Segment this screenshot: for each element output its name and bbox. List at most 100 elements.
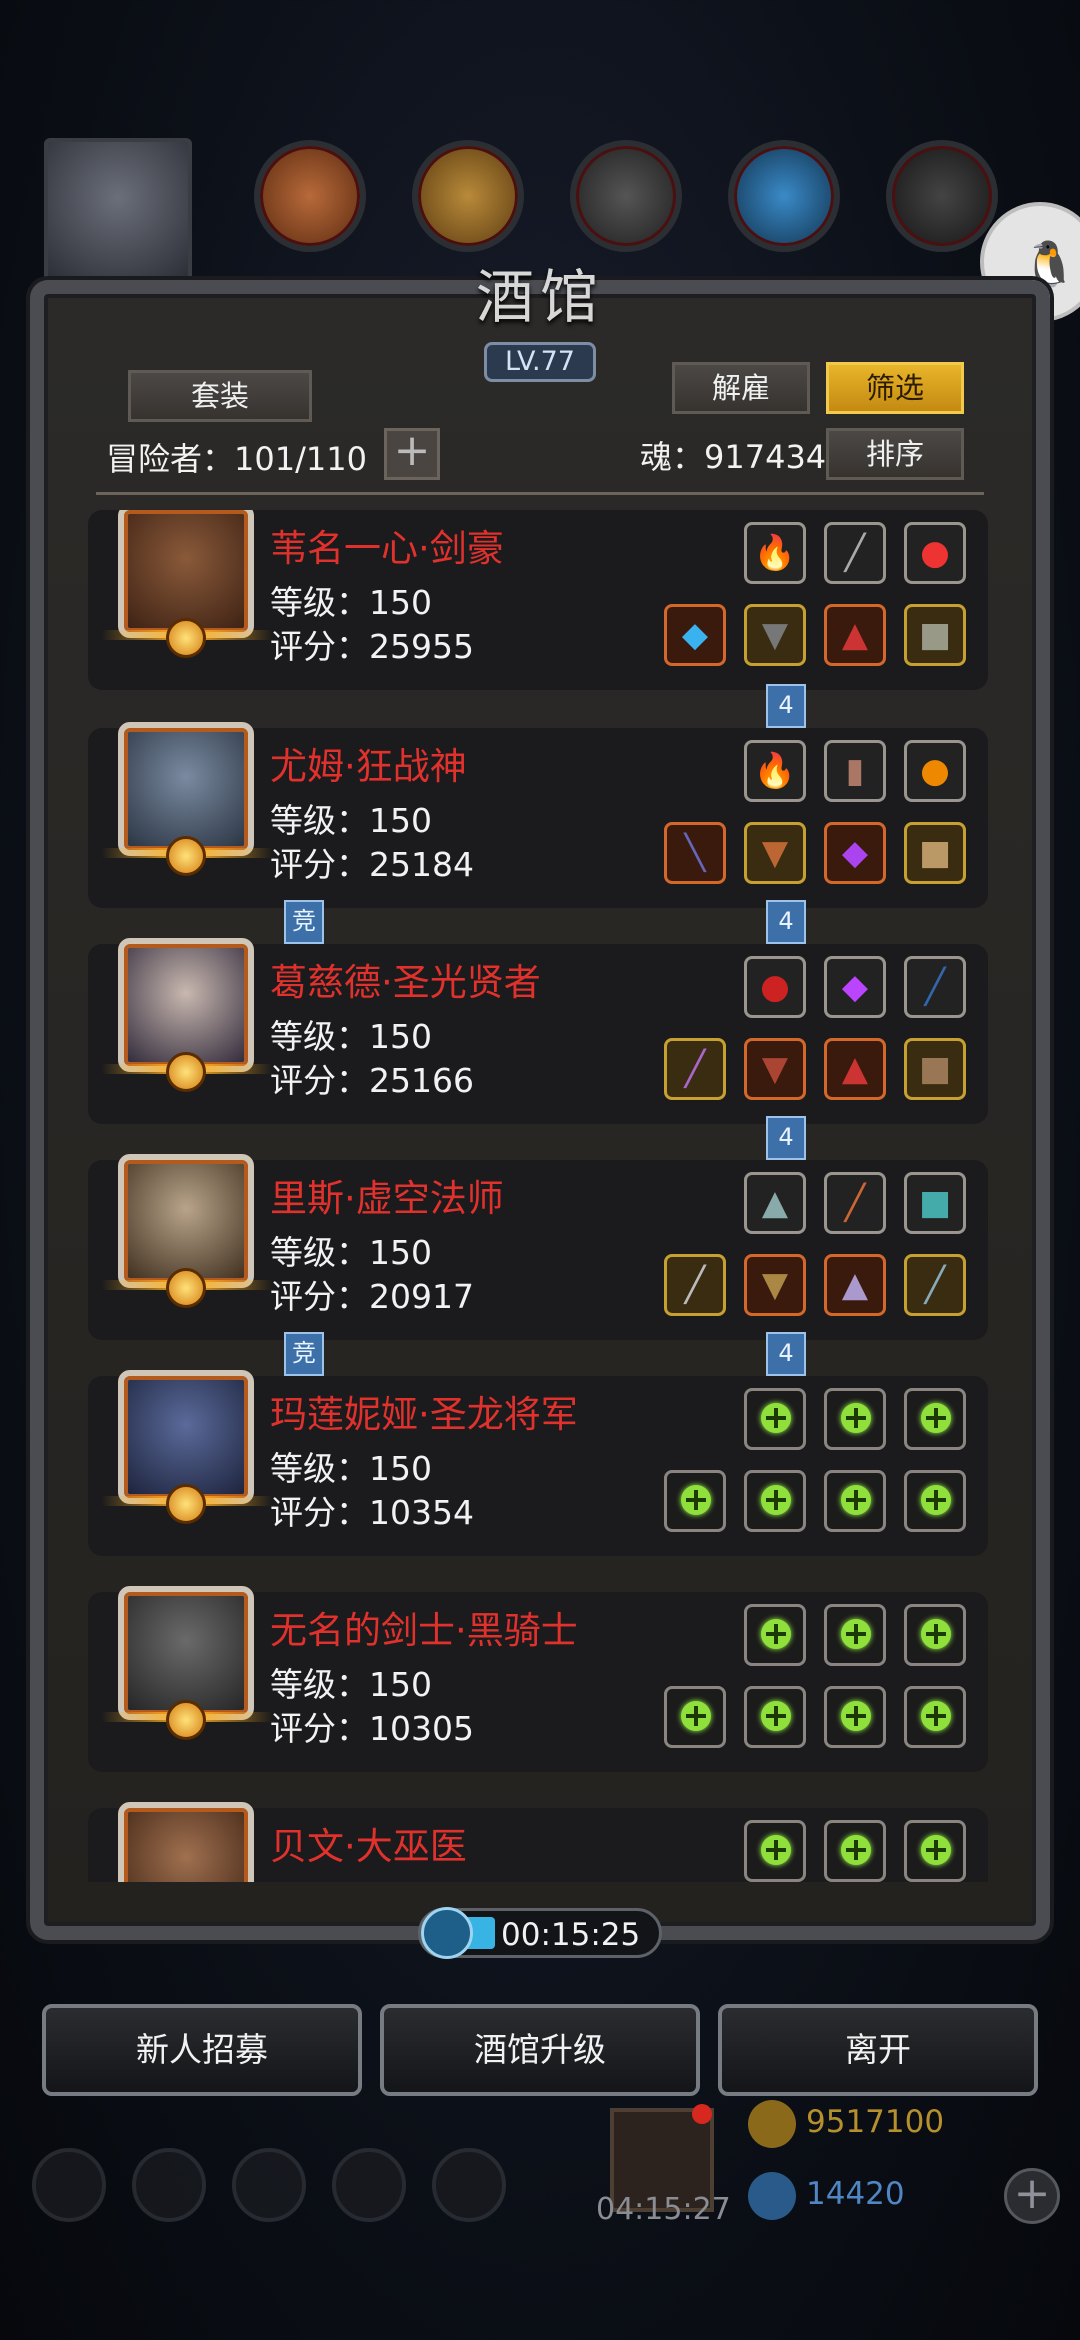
boots-icon[interactable]: ■	[904, 1038, 966, 1100]
empty-slot-add-icon[interactable]	[904, 1470, 966, 1532]
gem-icon	[748, 2172, 796, 2220]
armor-icon[interactable]: ▼	[744, 604, 806, 666]
helmet-icon[interactable]: ▲	[824, 604, 886, 666]
enhance-tag: 4	[766, 900, 806, 944]
empty-slot-add-icon[interactable]	[904, 1820, 966, 1882]
hero-level: 等级：150	[270, 1449, 432, 1488]
resource-orb-wood	[254, 140, 366, 252]
adventurer-count: 冒险者：101/110	[106, 440, 367, 478]
empty-slot-add-icon[interactable]	[824, 1604, 886, 1666]
hero-name: 贝文·大巫医	[270, 1825, 467, 1868]
rank-gem-icon	[166, 1052, 206, 1092]
empty-slot-add-icon[interactable]	[824, 1820, 886, 1882]
empty-slot-add-icon[interactable]	[664, 1686, 726, 1748]
hero-list[interactable]: 苇名一心·剑豪 等级：150 评分：25955 🔥 ╱ ● ◆ ▼ ▲ ■ 4 …	[88, 510, 988, 1882]
empty-slot-add-icon[interactable]	[824, 1686, 886, 1748]
hero-level: 等级：150	[270, 583, 432, 622]
guild-icon[interactable]	[232, 2148, 306, 2222]
hero-name: 无名的剑士·黑骑士	[270, 1609, 578, 1652]
robe-icon[interactable]: ▼	[744, 1038, 806, 1100]
helmet-icon[interactable]: ▲	[824, 1254, 886, 1316]
hero-level: 等级：150	[270, 1233, 432, 1272]
gold-coin-icon	[748, 2100, 796, 2148]
leave-button[interactable]: 离开	[718, 2004, 1038, 2096]
rank-gem-icon	[166, 1484, 206, 1524]
enhance-tag: 4	[766, 1332, 806, 1376]
resource-orb-crystal	[728, 140, 840, 252]
rank-gem-icon	[166, 836, 206, 876]
mail-icon[interactable]	[332, 2148, 406, 2222]
empty-slot-add-icon[interactable]	[744, 1686, 806, 1748]
clock-icon	[421, 1907, 473, 1959]
fire-rune-icon[interactable]: 🔥	[744, 522, 806, 584]
red-gem-icon[interactable]: ●	[904, 522, 966, 584]
hero-row[interactable]: 玛莲妮娅·圣龙将军 等级：150 评分：10354	[88, 1370, 988, 1556]
menu-icon[interactable]	[132, 2148, 206, 2222]
add-adventurer-slot-button[interactable]: +	[384, 428, 440, 480]
gloves-icon[interactable]: ■	[904, 822, 966, 884]
hero-score: 评分：20917	[270, 1277, 474, 1316]
ruby-ring-icon[interactable]: ●	[744, 956, 806, 1018]
tavern-level-badge: LV.77	[484, 342, 596, 382]
hero-score: 评分：10354	[270, 1493, 474, 1532]
shoulder-armor-icon[interactable]: ▲	[744, 1172, 806, 1234]
empty-slot-add-icon[interactable]	[744, 1820, 806, 1882]
purple-gem-icon[interactable]: ◆	[824, 822, 886, 884]
hero-row[interactable]: 无名的剑士·黑骑士 等级：150 评分：10305	[88, 1586, 988, 1772]
empty-slot-add-icon[interactable]	[904, 1686, 966, 1748]
spear-icon[interactable]: ╱	[904, 1254, 966, 1316]
page-title: 酒馆	[475, 263, 604, 331]
hero-portrait	[118, 1802, 254, 1882]
hero-name: 尤姆·狂战神	[270, 745, 467, 788]
gloves-icon[interactable]: ■	[904, 604, 966, 666]
shop-icon[interactable]	[432, 2148, 506, 2222]
timer-text: 00:15:25	[501, 1917, 641, 1953]
arena-tag: 竞	[284, 900, 324, 944]
hero-row[interactable]: 贝文·大巫医	[88, 1802, 988, 1882]
blue-blade-icon[interactable]: ◆	[664, 604, 726, 666]
recruit-button[interactable]: 新人招募	[42, 2004, 362, 2096]
hero-row[interactable]: 葛慈德·圣光贤者 等级：150 评分：25166 ● ◆ ╱ ╱ ▼ ▲ ■	[88, 938, 988, 1124]
empty-slot-add-icon[interactable]	[904, 1388, 966, 1450]
hero-row[interactable]: 苇名一心·剑豪 等级：150 评分：25955 🔥 ╱ ● ◆ ▼ ▲ ■	[88, 510, 988, 690]
helmet-icon[interactable]: ▲	[824, 1038, 886, 1100]
empty-slot-add-icon[interactable]	[744, 1388, 806, 1450]
purple-crystal-icon[interactable]: ◆	[824, 956, 886, 1018]
empty-slot-add-icon[interactable]	[744, 1470, 806, 1532]
hero-row[interactable]: 里斯·虚空法师 等级：150 评分：20917 ▲ ╱ ■ ╱ ▼ ▲ ╱	[88, 1154, 988, 1340]
filter-button[interactable]: 筛选	[826, 362, 964, 414]
torch-icon[interactable]: ╱	[824, 1172, 886, 1234]
empty-slot-add-icon[interactable]	[744, 1604, 806, 1666]
wand-icon[interactable]: ╱	[904, 956, 966, 1018]
hero-score: 评分：25184	[270, 845, 474, 884]
hero-name: 玛莲妮娅·圣龙将军	[270, 1393, 578, 1436]
armor-icon[interactable]: ▼	[744, 1254, 806, 1316]
hero-level: 等级：150	[270, 1017, 432, 1056]
sort-button[interactable]: 排序	[826, 428, 964, 480]
empty-slot-add-icon[interactable]	[664, 1470, 726, 1532]
scepter-icon[interactable]: ╱	[664, 1254, 726, 1316]
empty-slot-add-icon[interactable]	[824, 1470, 886, 1532]
fire-rune-icon[interactable]: 🔥	[744, 740, 806, 802]
hero-name: 葛慈德·圣光贤者	[270, 961, 541, 1004]
hero-row[interactable]: 尤姆·狂战神 等级：150 评分：25184 🔥 ▮ ● ╲ ▼ ◆ ■	[88, 722, 988, 908]
enhance-tag: 4	[766, 1116, 806, 1160]
empty-slot-add-icon[interactable]	[824, 1388, 886, 1450]
settings-icon[interactable]	[32, 2148, 106, 2222]
armor-icon[interactable]: ▼	[744, 822, 806, 884]
mask-icon[interactable]: ■	[904, 1172, 966, 1234]
staff-icon[interactable]: ╱	[664, 1038, 726, 1100]
bracer-icon[interactable]: ▮	[824, 740, 886, 802]
hero-level: 等级：150	[270, 801, 432, 840]
amulet-icon[interactable]: ●	[904, 740, 966, 802]
empty-slot-add-icon[interactable]	[904, 1604, 966, 1666]
arena-tag: 竞	[284, 1332, 324, 1376]
suit-button[interactable]: 套装	[128, 370, 312, 422]
upgrade-tavern-button[interactable]: 酒馆升级	[380, 2004, 700, 2096]
refresh-timer: 00:15:25	[418, 1907, 662, 1959]
spear-icon[interactable]: ╱	[824, 522, 886, 584]
hero-score: 评分：25166	[270, 1061, 474, 1100]
dismiss-button[interactable]: 解雇	[672, 362, 810, 414]
axe-icon[interactable]: ╲	[664, 822, 726, 884]
add-currency-button[interactable]: +	[1004, 2168, 1060, 2224]
